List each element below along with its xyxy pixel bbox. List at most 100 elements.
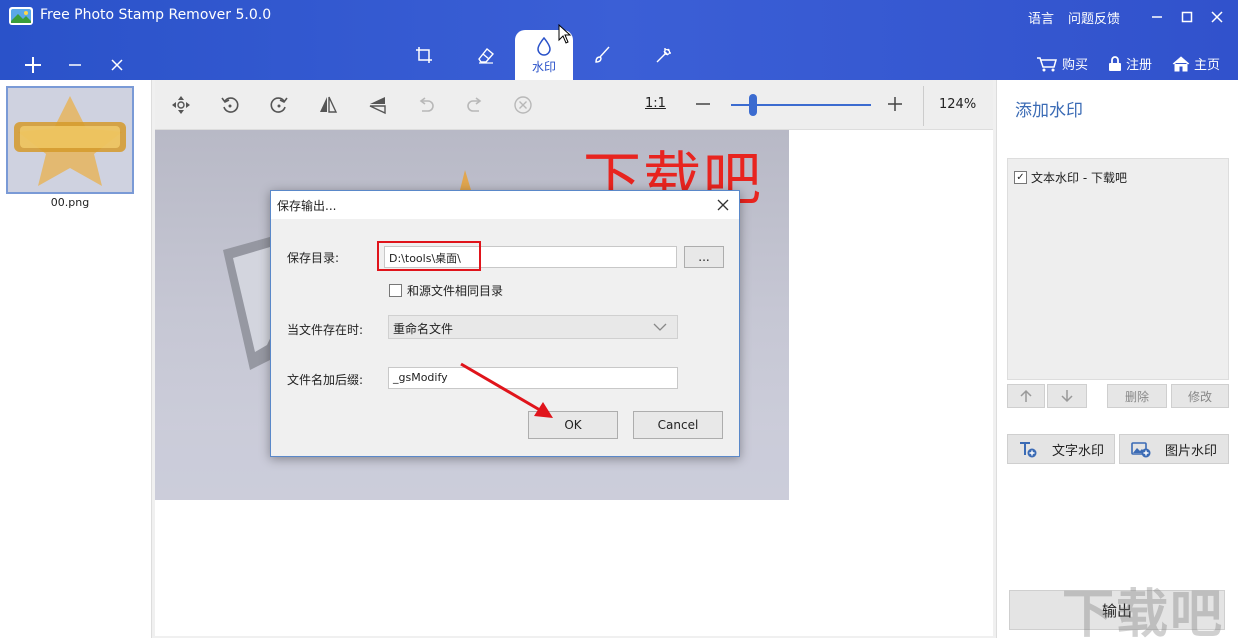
- flip-horizontal-button[interactable]: [315, 92, 341, 118]
- tab-eraser[interactable]: [455, 30, 517, 80]
- text-watermark-label: 文字水印: [1051, 443, 1104, 459]
- thumbnail-item[interactable]: [6, 86, 134, 194]
- close-icon: [1211, 11, 1223, 23]
- minus-icon: [696, 103, 710, 105]
- file-tools: [20, 52, 130, 78]
- minus-icon: [69, 64, 81, 66]
- move-down-button[interactable]: [1047, 384, 1087, 408]
- mode-tabs: 水印: [393, 30, 695, 80]
- same-dir-checkbox[interactable]: 和源文件相同目录: [389, 282, 503, 299]
- app-title: Free Photo Stamp Remover 5.0.0: [40, 7, 272, 23]
- redo-button[interactable]: [462, 92, 488, 118]
- move-button[interactable]: [168, 92, 194, 118]
- thumbnail-filename: 00.png: [50, 196, 90, 209]
- home-button[interactable]: 主页: [1172, 54, 1220, 73]
- wand-icon: [656, 48, 671, 63]
- zoom-out-button[interactable]: [695, 94, 711, 117]
- maximize-icon: [1181, 11, 1193, 23]
- watermark-list[interactable]: ✓ 文本水印 - 下载吧: [1007, 158, 1229, 380]
- register-button[interactable]: 注册: [1108, 54, 1152, 73]
- mouse-cursor-icon: [558, 24, 572, 44]
- tab-brush[interactable]: [571, 30, 633, 80]
- thumbnail-image: [8, 88, 132, 192]
- home-label: 主页: [1193, 58, 1220, 73]
- add-icon: [25, 57, 41, 73]
- tab-watermark-label: 水印: [531, 59, 556, 74]
- move-up-button[interactable]: [1007, 384, 1045, 408]
- language-link[interactable]: 语言: [1028, 8, 1054, 27]
- checkbox-box[interactable]: [389, 284, 402, 297]
- panel-title: 添加水印: [1015, 101, 1083, 121]
- clear-icon: [514, 96, 532, 114]
- rotate-right-button[interactable]: [266, 92, 292, 118]
- exists-label: 当文件存在时:: [287, 323, 364, 337]
- dialog-title: 保存输出...: [277, 199, 337, 213]
- register-label: 注册: [1125, 58, 1152, 73]
- cart-icon: [1036, 56, 1057, 71]
- tab-wand[interactable]: [633, 30, 695, 80]
- maximize-button[interactable]: [1172, 2, 1202, 32]
- suffix-label: 文件名加后缀:: [287, 373, 364, 387]
- arrow-up-icon: [1020, 389, 1032, 402]
- close-window-button[interactable]: [1202, 2, 1232, 32]
- save-dir-label: 保存目录:: [287, 251, 340, 265]
- suffix-field[interactable]: _gsModify: [388, 367, 678, 389]
- add-file-button[interactable]: [20, 52, 46, 78]
- flip-horizontal-icon: [320, 96, 338, 113]
- clear-files-button[interactable]: [104, 52, 130, 78]
- close-icon: [717, 199, 729, 211]
- move-icon: [172, 96, 190, 114]
- exists-dropdown[interactable]: 重命名文件: [388, 315, 678, 339]
- crop-icon: [416, 47, 432, 63]
- header-actions: 购买 注册 主页: [1036, 54, 1220, 73]
- list-item[interactable]: ✓ 文本水印 - 下载吧: [1014, 169, 1127, 186]
- minimize-button[interactable]: [1142, 2, 1172, 32]
- lock-icon: [1108, 55, 1121, 71]
- exists-selected-value: 重命名文件: [393, 322, 454, 336]
- image-watermark-label: 图片水印: [1164, 443, 1217, 459]
- site-watermark-logo: 下载吧: [1061, 584, 1224, 638]
- undo-button[interactable]: [413, 92, 439, 118]
- app-logo-icon: [9, 7, 33, 25]
- watermark-checkbox[interactable]: ✓: [1014, 171, 1027, 184]
- window-controls: 语言 问题反馈: [1028, 0, 1238, 34]
- highlight-box: [377, 241, 481, 271]
- zoom-in-button[interactable]: [887, 94, 903, 117]
- flip-vertical-button[interactable]: [364, 92, 390, 118]
- clear-button[interactable]: [510, 92, 536, 118]
- watermark-panel: 添加水印 ✓ 文本水印 - 下载吧 删除 修改 文字水印 图片水印 输出: [996, 80, 1238, 638]
- browse-button[interactable]: ...: [684, 246, 724, 268]
- remove-file-button[interactable]: [62, 52, 88, 78]
- rotate-left-button[interactable]: [217, 92, 243, 118]
- flip-vertical-icon: [369, 97, 386, 115]
- watermark-item-label: 文本水印 - 下载吧: [1031, 171, 1127, 185]
- delete-watermark-button[interactable]: 删除: [1107, 384, 1167, 408]
- ok-button[interactable]: OK: [528, 411, 618, 439]
- buy-label: 购买: [1061, 58, 1088, 73]
- dialog-close-button[interactable]: [713, 195, 733, 215]
- image-watermark-icon: [1131, 442, 1151, 458]
- eraser-icon: [478, 48, 494, 64]
- dialog-titlebar: 保存输出...: [271, 191, 739, 219]
- tab-crop[interactable]: [393, 30, 455, 80]
- actual-size-button[interactable]: 1:1: [645, 96, 666, 111]
- add-image-watermark-button[interactable]: 图片水印: [1119, 434, 1229, 464]
- rotate-right-icon: [270, 97, 288, 113]
- zoom-slider-handle[interactable]: [749, 94, 757, 116]
- same-dir-label: 和源文件相同目录: [407, 284, 504, 298]
- add-text-watermark-button[interactable]: 文字水印: [1007, 434, 1115, 464]
- brush-icon: [595, 46, 610, 63]
- zoom-level: 124%: [939, 97, 977, 112]
- thumbnail-panel: 00.png: [0, 80, 152, 638]
- watermark-drop-icon: [537, 36, 551, 56]
- image-toolbar: 1:1 124%: [155, 80, 993, 130]
- buy-button[interactable]: 购买: [1036, 54, 1088, 73]
- text-watermark-icon: [1019, 442, 1037, 458]
- feedback-link[interactable]: 问题反馈: [1068, 8, 1120, 27]
- cancel-button[interactable]: Cancel: [633, 411, 723, 439]
- close-icon: [111, 59, 123, 71]
- home-icon: [1172, 55, 1190, 71]
- arrow-down-icon: [1061, 390, 1073, 403]
- divider: [923, 86, 924, 126]
- modify-watermark-button[interactable]: 修改: [1171, 384, 1229, 408]
